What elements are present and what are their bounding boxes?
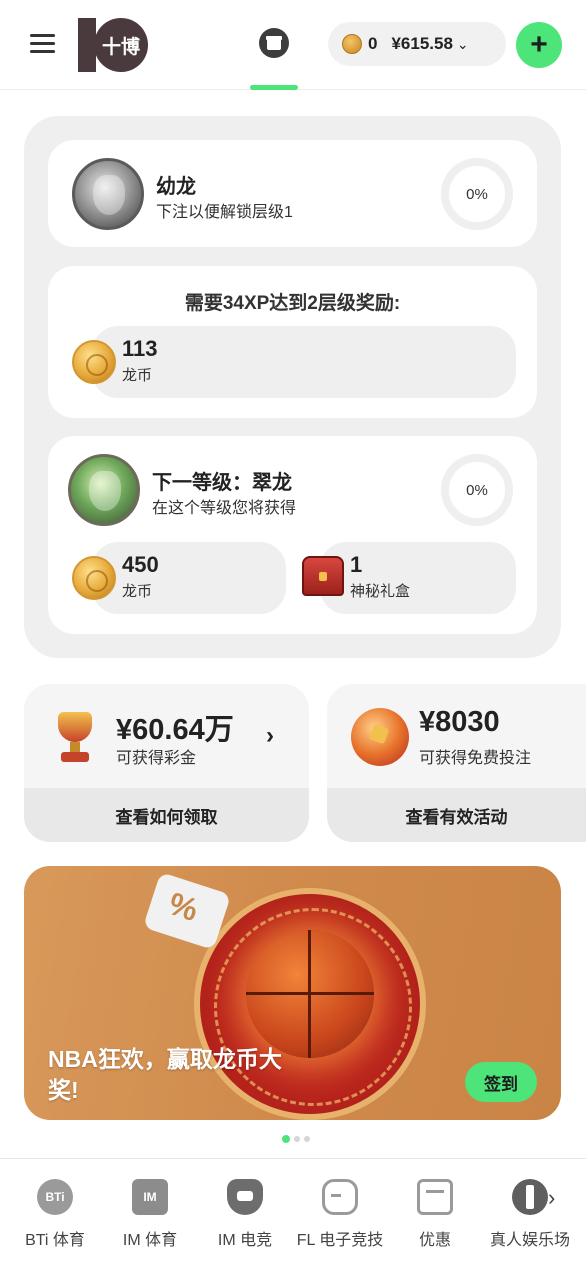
sign-in-button[interactable]: 签到 bbox=[465, 1062, 537, 1102]
nba-promo-banner[interactable]: NBA狂欢，赢取龙币大奖! 签到 bbox=[24, 866, 561, 1120]
bottom-navigation: BTi BTi 体育 IM IM 体育 IM 电竞 FL 电子竞技 优惠 真人娱… bbox=[0, 1158, 586, 1266]
view-active-events-button[interactable]: 查看有效活动 bbox=[327, 788, 586, 842]
next-level-title: 下一等级：翠龙 bbox=[152, 472, 292, 494]
active-tab-indicator bbox=[250, 85, 298, 90]
chevron-down-icon: ⌄ bbox=[456, 35, 469, 52]
live-casino-icon bbox=[512, 1179, 548, 1215]
nav-im-sports[interactable]: IM IM 体育 bbox=[102, 1179, 198, 1250]
carousel-dot[interactable] bbox=[294, 1136, 300, 1142]
gamepad-icon bbox=[322, 1179, 358, 1215]
current-level-title: 幼龙 bbox=[156, 176, 196, 198]
gift-icon bbox=[259, 28, 289, 58]
chevron-right-icon[interactable]: › bbox=[266, 722, 274, 750]
reward-label: 神秘礼盒 bbox=[350, 583, 411, 600]
jade-dragon-icon bbox=[68, 454, 140, 526]
nav-promotions[interactable]: 优惠 bbox=[387, 1179, 483, 1250]
xp-requirement-text: 需要34XP达到2层级奖励: bbox=[184, 293, 401, 314]
bull-esports-icon bbox=[227, 1179, 263, 1215]
current-level-subtitle: 下注以便解锁层级1 bbox=[156, 204, 293, 221]
chevron-right-icon[interactable]: › bbox=[548, 1185, 555, 1211]
promotions-icon bbox=[417, 1179, 453, 1215]
nav-label: 真人娱乐场 bbox=[489, 1232, 570, 1249]
how-to-claim-button[interactable]: 查看如何领取 bbox=[24, 788, 309, 842]
requirement-reward: 113 龙币 bbox=[92, 326, 516, 398]
jackpot-promo-card[interactable]: ¥60.64万 可获得彩金 › 查看如何领取 bbox=[24, 684, 309, 842]
nav-bti-sports[interactable]: BTi BTi 体育 bbox=[7, 1179, 103, 1250]
promo-label: 可获得免费投注 bbox=[419, 750, 532, 767]
site-logo[interactable]: 十博 bbox=[78, 18, 150, 72]
next-level-subtitle: 在这个等级您将获得 bbox=[152, 500, 297, 517]
nav-label: IM 体育 bbox=[122, 1232, 178, 1249]
nav-im-esports[interactable]: IM 电竞 bbox=[197, 1179, 293, 1250]
nav-live-casino[interactable]: 真人娱乐场 bbox=[482, 1179, 578, 1250]
vip-levels-panel: 幼龙 下注以便解锁层级1 0% 需要34XP达到2层级奖励: 113 龙币 下一… bbox=[24, 116, 561, 658]
mystery-chest-icon bbox=[302, 556, 344, 596]
logo-text: 十博 bbox=[94, 18, 148, 72]
next-level-card: 下一等级：翠龙 在这个等级您将获得 0% 450 龙币 1 神秘礼盒 bbox=[48, 436, 537, 634]
im-sports-icon: IM bbox=[132, 1179, 168, 1215]
reward-label: 龙币 bbox=[122, 367, 153, 384]
dragon-coin-icon bbox=[342, 34, 362, 54]
reward-amount: 113 bbox=[122, 336, 158, 361]
trophy-icon bbox=[52, 708, 98, 764]
next-reward-mystery-box: 1 神秘礼盒 bbox=[320, 542, 516, 614]
dragon-coin-count: 0 bbox=[368, 34, 378, 53]
dragon-coin-icon bbox=[72, 340, 116, 384]
nav-fl-esports[interactable]: FL 电子竞技 bbox=[292, 1179, 388, 1250]
requirement-card: 需要34XP达到2层级奖励: 113 龙币 bbox=[48, 266, 537, 418]
tab-rewards[interactable] bbox=[250, 24, 298, 90]
nav-label: BTi 体育 bbox=[25, 1232, 85, 1249]
current-level-card: 幼龙 下注以便解锁层级1 0% bbox=[48, 140, 537, 247]
plus-icon: + bbox=[530, 28, 548, 61]
current-level-progress: 0% bbox=[441, 158, 513, 230]
carousel-dot[interactable] bbox=[282, 1135, 290, 1143]
reward-amount: 450 bbox=[122, 552, 159, 577]
soccer-ball-icon bbox=[351, 708, 409, 766]
top-header: 十博 0 ¥615.58 ⌄ + bbox=[0, 0, 586, 90]
wallet-balance: ¥615.58 bbox=[391, 34, 453, 53]
bti-sports-icon: BTi bbox=[37, 1179, 73, 1215]
promo-amount: ¥8030 bbox=[419, 706, 500, 738]
nav-label: FL 电子竞技 bbox=[296, 1232, 384, 1249]
banner-headline: NBA狂欢，赢取龙币大奖! bbox=[48, 1046, 282, 1103]
promo-amount: ¥60.64万 bbox=[116, 714, 234, 746]
reward-label: 龙币 bbox=[122, 583, 153, 600]
reward-amount: 1 bbox=[350, 552, 363, 577]
free-bet-promo-card[interactable]: ¥8030 可获得免费投注 查看有效活动 bbox=[327, 684, 586, 842]
deposit-button[interactable]: + bbox=[516, 22, 562, 68]
next-reward-coins: 450 龙币 bbox=[92, 542, 286, 614]
promo-label: 可获得彩金 bbox=[116, 750, 197, 767]
dragon-coin-icon bbox=[72, 556, 116, 600]
hamburger-icon[interactable] bbox=[30, 34, 55, 54]
silver-dragon-icon bbox=[72, 158, 144, 230]
next-level-progress: 0% bbox=[441, 454, 513, 526]
carousel-dots bbox=[282, 1135, 310, 1144]
carousel-dot[interactable] bbox=[304, 1136, 310, 1142]
nav-label: 优惠 bbox=[418, 1232, 451, 1249]
nav-label: IM 电竞 bbox=[217, 1232, 273, 1249]
balance-selector[interactable]: 0 ¥615.58 ⌄ bbox=[328, 22, 506, 66]
basketball-icon bbox=[246, 930, 374, 1058]
